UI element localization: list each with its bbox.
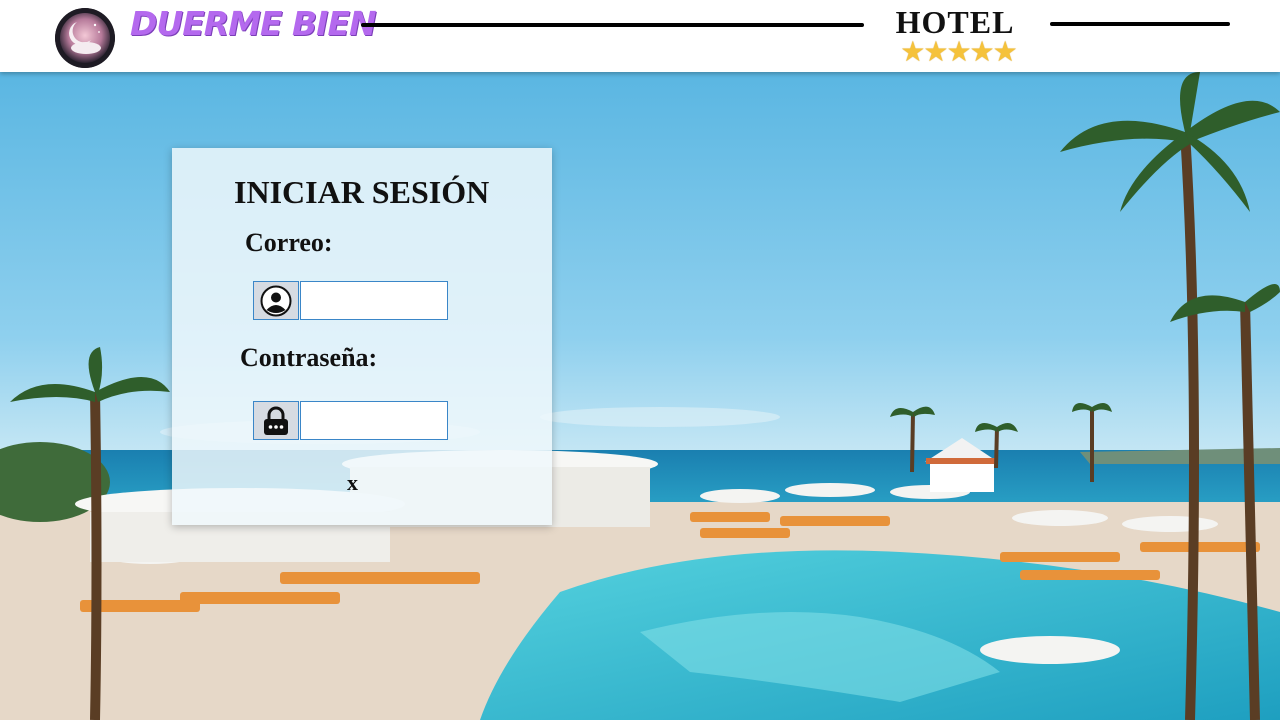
user-circle-icon	[253, 281, 299, 320]
login-title: INICIAR SESIÓN	[234, 174, 490, 210]
email-label: Correo:	[245, 228, 333, 257]
star-rating: ★★★★★	[900, 35, 1018, 68]
close-button[interactable]: x	[347, 470, 358, 496]
brand-name: DUERME BIEN	[130, 4, 377, 43]
lock-icon	[253, 401, 299, 440]
password-field[interactable]	[300, 401, 448, 440]
email-field[interactable]	[300, 281, 448, 320]
moon-pillow-logo-icon[interactable]	[55, 8, 115, 68]
top-header: DUERME BIEN HOTEL ★★★★★	[0, 0, 1280, 72]
password-label: Contraseña:	[240, 343, 378, 372]
login-card: INICIAR SESIÓN Correo: Contraseña: x	[172, 148, 552, 525]
header-divider-left	[361, 23, 864, 27]
header-divider-right	[1050, 22, 1230, 26]
